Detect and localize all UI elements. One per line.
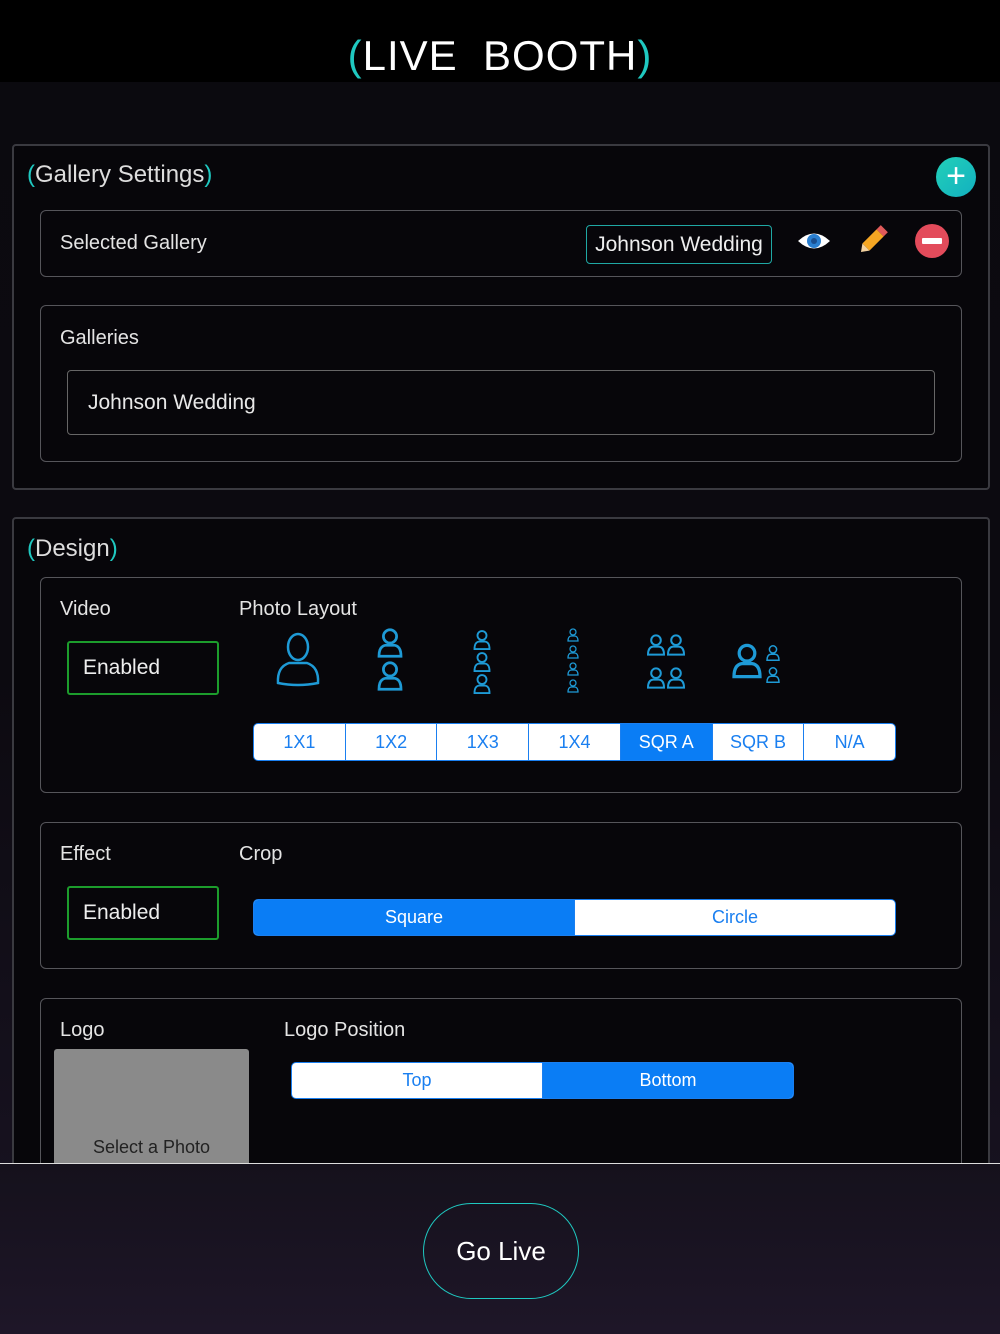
person-1x3-icon bbox=[473, 630, 491, 694]
layout-option-1x4[interactable]: 1X4 bbox=[529, 724, 621, 760]
plus-icon: + bbox=[946, 157, 966, 195]
person-sqra-icon bbox=[646, 634, 686, 689]
paren: ( bbox=[347, 32, 363, 79]
layout-option-1x2[interactable]: 1X2 bbox=[346, 724, 438, 760]
pencil-icon[interactable] bbox=[855, 222, 891, 258]
crop-option-circle[interactable]: Circle bbox=[575, 900, 895, 935]
layout-option-na[interactable]: N/A bbox=[804, 724, 895, 760]
photo-layout-segmented-control[interactable]: 1X1 1X2 1X3 1X4 SQR A SQR B N/A bbox=[253, 723, 896, 761]
galleries-label: Galleries bbox=[60, 327, 139, 349]
person-1x1-icon bbox=[276, 632, 320, 687]
eye-icon[interactable] bbox=[796, 228, 832, 254]
go-live-button[interactable]: Go Live bbox=[423, 1203, 579, 1299]
logo-position-top[interactable]: Top bbox=[292, 1063, 543, 1098]
effect-label: Effect bbox=[60, 843, 111, 865]
logo-label: Logo bbox=[60, 1019, 105, 1041]
add-gallery-button[interactable]: + bbox=[936, 157, 976, 197]
design-title: (Design) bbox=[27, 535, 118, 562]
video-toggle[interactable]: Enabled bbox=[67, 641, 219, 695]
video-label: Video bbox=[60, 598, 111, 620]
effect-toggle[interactable]: Enabled bbox=[67, 886, 219, 940]
layout-option-sqr-a[interactable]: SQR A bbox=[620, 724, 713, 760]
gallery-list-item[interactable]: Johnson Wedding bbox=[67, 370, 935, 435]
crop-option-square[interactable]: Square bbox=[254, 900, 575, 935]
logo-position-label: Logo Position bbox=[284, 1019, 406, 1041]
crop-segmented-control[interactable]: Square Circle bbox=[253, 899, 896, 936]
person-sqrb-icon bbox=[732, 643, 780, 683]
gallery-settings-title: (Gallery Settings) bbox=[27, 161, 213, 188]
selected-gallery-value[interactable]: Johnson Wedding bbox=[586, 225, 772, 264]
person-1x2-icon bbox=[377, 628, 403, 691]
layout-option-1x3[interactable]: 1X3 bbox=[437, 724, 530, 760]
paren: ) bbox=[637, 32, 653, 79]
app-title: LIVE BOOTH bbox=[362, 32, 638, 79]
layout-option-1x1[interactable]: 1X1 bbox=[254, 724, 346, 760]
app-header: (LIVE BOOTH) bbox=[0, 0, 1000, 82]
selected-gallery-label: Selected Gallery bbox=[60, 232, 207, 254]
logo-position-bottom[interactable]: Bottom bbox=[543, 1063, 793, 1098]
layout-option-sqr-b[interactable]: SQR B bbox=[713, 724, 805, 760]
delete-gallery-button[interactable] bbox=[915, 224, 949, 258]
minus-icon bbox=[922, 238, 942, 244]
logo-position-segmented-control[interactable]: Top Bottom bbox=[291, 1062, 794, 1099]
crop-label: Crop bbox=[239, 843, 283, 865]
logo-photo-picker[interactable]: Select a Photo bbox=[54, 1049, 249, 1179]
photo-layout-label: Photo Layout bbox=[239, 598, 357, 620]
layout-icons bbox=[276, 628, 780, 694]
person-1x4-icon bbox=[567, 628, 579, 693]
